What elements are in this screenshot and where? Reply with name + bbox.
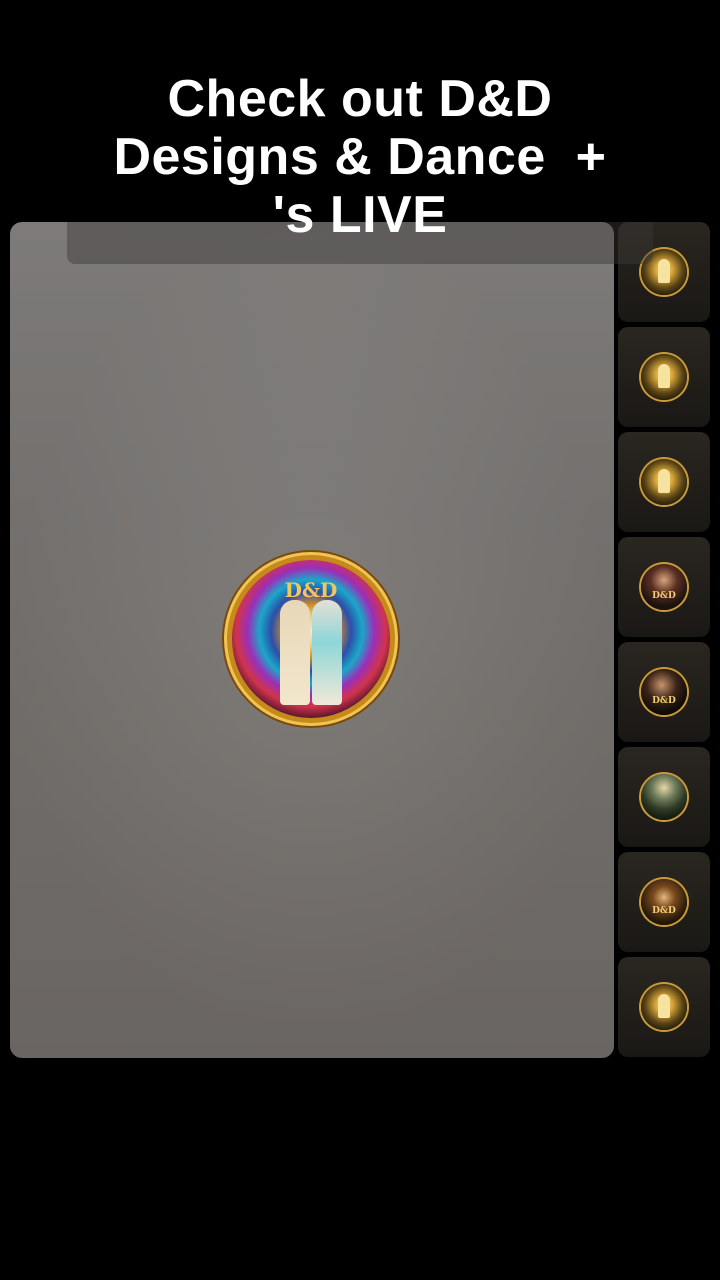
guest-thumbnail-2[interactable]: [618, 327, 710, 427]
avatar-tag: D&D: [652, 591, 676, 601]
person-avatar-icon: D&D: [641, 669, 687, 715]
gold-crest-logo-icon: [641, 354, 687, 400]
avatar-tag: D&D: [652, 906, 676, 916]
guest-thumbnail-3[interactable]: [618, 432, 710, 532]
live-invite-screen: Check out D&D Designs & Dance + 's LIVE …: [0, 0, 720, 1280]
headline-line-1: Check out D&D: [167, 70, 553, 128]
avatar-tag: D&D: [652, 696, 676, 706]
gold-crest-logo-icon: [641, 984, 687, 1030]
person-avatar-icon: D&D: [641, 564, 687, 610]
host-figure-right: [312, 600, 342, 705]
live-invite-headline: Check out D&D Designs & Dance + 's LIVE: [60, 70, 660, 244]
person-avatar-icon: D&D: [641, 879, 687, 925]
host-monogram: D&D: [284, 578, 338, 602]
guest-thumbnail-7[interactable]: D&D: [618, 852, 710, 952]
guest-thumbnail-5[interactable]: D&D: [618, 642, 710, 742]
host-avatar-icon[interactable]: D&D: [232, 560, 390, 718]
headline-line-2: Designs & Dance +: [113, 128, 607, 186]
guest-thumbnail-8[interactable]: [618, 957, 710, 1057]
guest-thumbnail-6[interactable]: [618, 747, 710, 847]
guest-thumbnail-4[interactable]: D&D: [618, 537, 710, 637]
headline-line-3: 's LIVE: [272, 186, 448, 244]
host-figure-left: [280, 600, 310, 705]
person-avatar-icon: [641, 774, 687, 820]
gold-crest-logo-icon: [641, 459, 687, 505]
